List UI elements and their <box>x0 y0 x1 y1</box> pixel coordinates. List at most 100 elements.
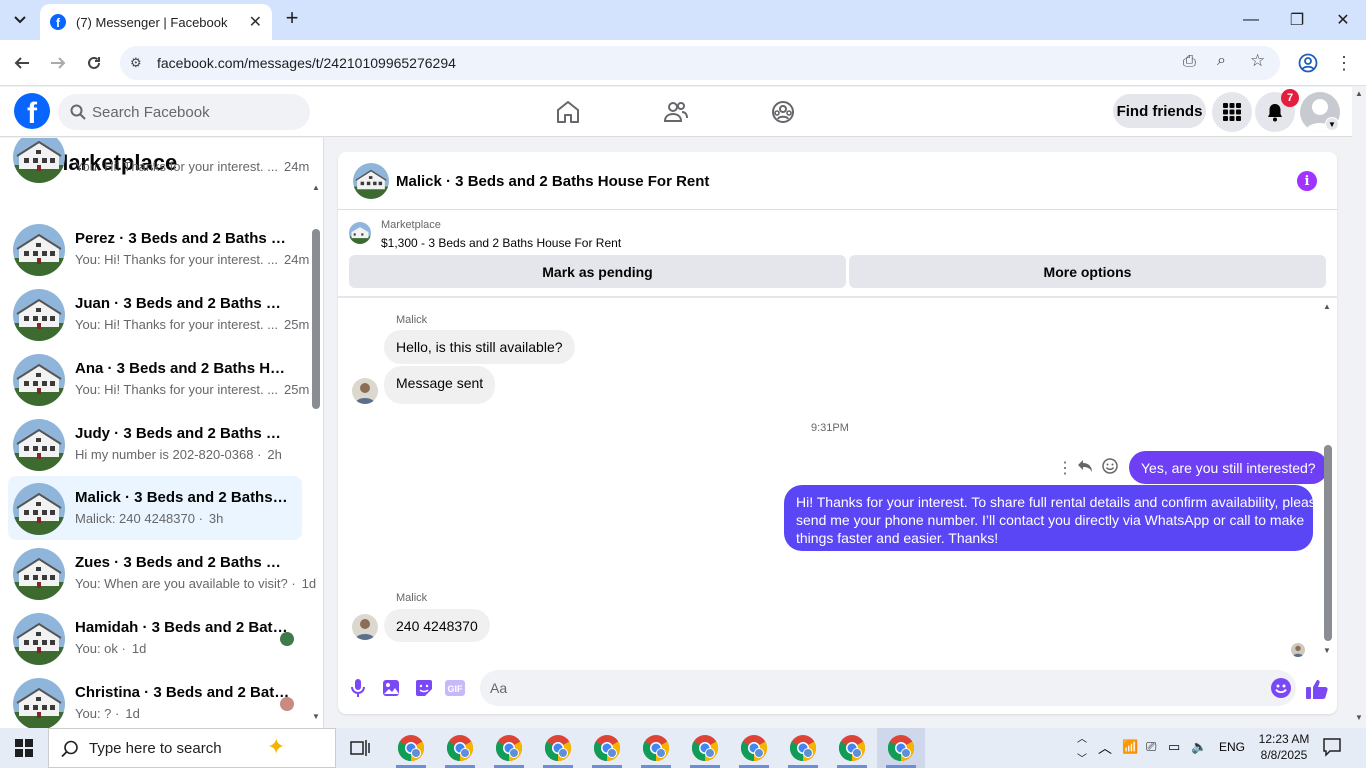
find-friends-button[interactable]: Find friends <box>1113 94 1206 128</box>
bookmark-star-icon[interactable]: ☆ <box>1250 51 1265 71</box>
task-view-button[interactable] <box>350 739 370 762</box>
emoji-picker-icon[interactable] <box>1271 678 1291 698</box>
taskbar-chrome-app[interactable] <box>681 728 729 768</box>
reply-icon[interactable] <box>1077 459 1093 478</box>
preview-time: 24m <box>284 252 310 267</box>
conversation-item[interactable]: You: Hi! Thanks for your interest. ... 24… <box>8 138 309 188</box>
incoming-message[interactable]: Message sent <box>384 366 496 404</box>
friends-nav-button[interactable] <box>663 99 689 125</box>
scroll-down-arrow-icon[interactable]: ▼ <box>312 712 320 721</box>
show-hidden-icons-button[interactable]: ︿ <box>1098 738 1112 758</box>
taskbar-chrome-app[interactable] <box>877 728 925 768</box>
conversation-item[interactable]: Juan · 3 Beds and 2 Baths Hous... You: Hi… <box>8 282 309 346</box>
close-window-button[interactable]: ✕ <box>1320 0 1366 40</box>
sender-avatar[interactable] <box>352 378 378 404</box>
taskbar-chrome-app[interactable] <box>387 728 435 768</box>
start-button[interactable] <box>0 728 48 768</box>
site-info-icon[interactable]: ⚙ <box>130 55 142 71</box>
sender-avatar[interactable] <box>352 614 378 640</box>
incoming-message[interactable]: 240 4248370 <box>384 609 490 642</box>
like-button[interactable] <box>1305 677 1329 701</box>
chrome-icon <box>642 735 670 762</box>
gif-button[interactable]: GIF <box>444 677 466 699</box>
menu-button[interactable] <box>1212 92 1252 132</box>
chevron-down-icon <box>14 16 26 24</box>
reload-button[interactable] <box>80 49 108 77</box>
meet-now-icon[interactable]: ⎚ <box>1146 739 1156 755</box>
taskbar-scroll-down-icon[interactable]: ﹀ <box>1077 750 1087 765</box>
groups-nav-button[interactable] <box>770 99 796 125</box>
address-bar[interactable]: ⚙ facebook.com/messages/t/24210109965276… <box>120 46 1280 80</box>
voice-clip-button[interactable] <box>347 677 369 699</box>
battery-icon[interactable]: ▭ <box>1168 739 1180 755</box>
listing-title[interactable]: $1,300 - 3 Beds and 2 Baths House For Re… <box>381 236 621 250</box>
taskbar-chrome-app[interactable] <box>730 728 778 768</box>
taskbar-scroll-up-icon[interactable]: ︿ <box>1077 730 1087 745</box>
conversation-preview: Malick: 240 4248370 · 3h <box>75 511 223 526</box>
chrome-icon <box>446 735 474 762</box>
new-tab-button[interactable]: + <box>281 7 303 30</box>
facebook-logo-icon[interactable]: f <box>14 93 50 129</box>
minimize-button[interactable]: — <box>1228 0 1274 40</box>
attach-photo-button[interactable] <box>380 677 402 699</box>
conversation-item[interactable]: Perez · 3 Beds and 2 Baths Hous... You: H… <box>8 217 309 281</box>
taskbar-chrome-app[interactable] <box>632 728 680 768</box>
conversation-item[interactable]: Judy · 3 Beds and 2 Baths Hous... Hi my n… <box>8 412 302 476</box>
mark-as-pending-button[interactable]: Mark as pending <box>349 255 846 288</box>
taskbar-chrome-app[interactable] <box>436 728 484 768</box>
account-chevron-icon[interactable]: ▼ <box>1325 117 1339 131</box>
taskbar-chrome-app[interactable] <box>485 728 533 768</box>
conversation-item[interactable]: Hamidah · 3 Beds and 2 Baths... You: ok ·… <box>8 606 302 670</box>
header-divider <box>338 296 1337 298</box>
install-app-icon[interactable]: ⎙ <box>1183 53 1196 71</box>
scroll-down-arrow-icon[interactable]: ▼ <box>1355 713 1363 722</box>
incoming-message[interactable]: Hello, is this still available? <box>384 330 575 364</box>
restore-button[interactable]: ❐ <box>1274 0 1320 40</box>
chat-scroll-up-arrow-icon[interactable]: ▲ <box>1323 302 1331 311</box>
home-nav-button[interactable] <box>555 99 581 125</box>
close-tab-icon[interactable]: ✕ <box>249 12 262 32</box>
tab-search-button[interactable] <box>8 8 32 32</box>
chrome-menu-button[interactable]: ⋮ <box>1330 49 1358 77</box>
profile-button[interactable] <box>1294 49 1322 77</box>
message-input[interactable]: Aa <box>480 670 1296 706</box>
taskbar-search-box[interactable]: Type here to search ✦ <box>48 728 336 768</box>
preview-time: 25m <box>284 382 310 397</box>
chat-avatar[interactable] <box>353 163 389 199</box>
conversation-item[interactable]: Ana · 3 Beds and 2 Baths House ... You: H… <box>8 347 309 411</box>
conversation-item[interactable]: Christina · 3 Beds and 2 Baths... You: ? … <box>8 671 302 728</box>
scroll-up-arrow-icon[interactable]: ▲ <box>1355 89 1363 98</box>
page-scrollbar[interactable]: ▲ ▼ <box>1352 87 1366 728</box>
react-emoji-icon[interactable] <box>1102 458 1118 479</box>
sticker-button[interactable] <box>413 677 435 699</box>
conversation-avatar <box>13 678 65 728</box>
message-more-icon[interactable]: ⋮ <box>1057 458 1073 478</box>
sidebar-scroll-thumb[interactable] <box>312 229 320 409</box>
more-options-button[interactable]: More options <box>849 255 1326 288</box>
listing-thumbnail[interactable] <box>349 222 371 244</box>
chat-scroll-down-arrow-icon[interactable]: ▼ <box>1323 646 1331 655</box>
taskbar-chrome-app[interactable] <box>779 728 827 768</box>
network-icon[interactable]: 📶 <box>1122 739 1138 755</box>
system-clock[interactable]: 12:23 AM 8/8/2025 <box>1253 731 1315 763</box>
back-button[interactable] <box>8 49 36 77</box>
info-icon[interactable]: i <box>1297 171 1317 191</box>
chat-title[interactable]: Malick · 3 Beds and 2 Baths House For Re… <box>396 173 709 190</box>
taskbar-chrome-app[interactable] <box>583 728 631 768</box>
forward-button[interactable] <box>44 49 72 77</box>
scroll-up-arrow-icon[interactable]: ▲ <box>312 183 320 192</box>
taskbar-chrome-app[interactable] <box>828 728 876 768</box>
zoom-icon[interactable]: ⌕ <box>1217 52 1226 70</box>
outgoing-message[interactable]: Yes, are you still interested? <box>1129 451 1328 484</box>
chat-scroll-thumb[interactable] <box>1324 445 1332 641</box>
taskbar-chrome-app[interactable] <box>534 728 582 768</box>
conversation-name: Judy · 3 Beds and 2 Baths Hous... <box>75 425 290 442</box>
browser-tab[interactable]: f (7) Messenger | Facebook ✕ <box>40 4 272 40</box>
outgoing-message-long[interactable]: Hi! Thanks for your interest. To share f… <box>784 485 1324 551</box>
notification-center-button[interactable] <box>1322 737 1342 762</box>
conversation-item[interactable]: Malick · 3 Beds and 2 Baths Hou... Malick… <box>8 476 302 540</box>
input-language-indicator[interactable]: ENG <box>1219 740 1245 754</box>
volume-icon[interactable]: 🔈 <box>1191 739 1207 755</box>
conversation-item[interactable]: Zues · 3 Beds and 2 Baths Hous... You: Wh… <box>8 541 316 605</box>
facebook-search-input[interactable]: Search Facebook <box>58 94 310 130</box>
